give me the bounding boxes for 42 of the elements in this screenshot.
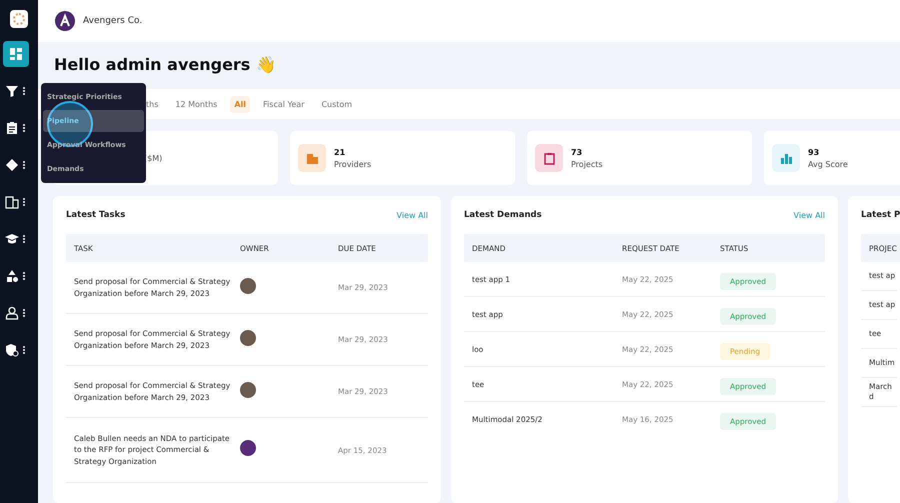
owner-avatar [240, 440, 256, 456]
providers-stat-icon [298, 144, 326, 172]
period-tab[interactable]: ths [142, 96, 162, 112]
owner-avatar [240, 278, 256, 294]
shapes-nav-button[interactable] [4, 268, 20, 284]
stat-value: 73 [571, 148, 584, 156]
filter-icon [5, 84, 19, 98]
graduation-icon [5, 232, 19, 246]
view-all-link[interactable]: View All [396, 210, 428, 220]
owner-avatar [240, 330, 256, 346]
shield-nav-button[interactable] [4, 342, 20, 358]
user-icon [5, 306, 19, 320]
period-tab[interactable]: Fiscal Year [259, 96, 308, 112]
building-icon [5, 195, 19, 209]
stat-label: Avg Score [808, 160, 848, 168]
view-all-link[interactable]: View All [794, 210, 825, 220]
company-name: Avengers Co. [83, 16, 142, 26]
panel-title: Latest P [861, 210, 900, 220]
shield-icon [5, 343, 19, 357]
filter-nav-button[interactable] [4, 83, 20, 99]
period-tab[interactable]: Custom [317, 96, 356, 112]
projects-stat-icon [535, 144, 563, 172]
stat-value: 93 [808, 148, 820, 156]
owner-avatar [240, 382, 256, 398]
shapes-icon [5, 269, 19, 283]
dashboard-nav-button[interactable] [3, 41, 29, 67]
stat-label: Projects [571, 160, 603, 168]
clipboard-icon [5, 121, 19, 135]
clipboard-nav-button[interactable] [4, 120, 20, 136]
greeting-heading: Hello admin avengers 👋 [54, 55, 277, 76]
company-logo-icon [55, 11, 75, 31]
period-tab[interactable]: 12 Months [171, 96, 222, 112]
building-nav-button[interactable] [4, 194, 20, 210]
panel-title: Latest Demands [464, 210, 542, 220]
dashboard-icon [9, 47, 23, 61]
panel-title: Latest Tasks [66, 210, 126, 220]
stat-value: 21 [334, 148, 346, 156]
stat-label: Providers [334, 160, 372, 168]
score-stat-icon [772, 144, 800, 172]
period-tab[interactable]: All [230, 96, 250, 112]
user-nav-button[interactable] [4, 305, 20, 321]
app-logo-icon [10, 10, 28, 28]
